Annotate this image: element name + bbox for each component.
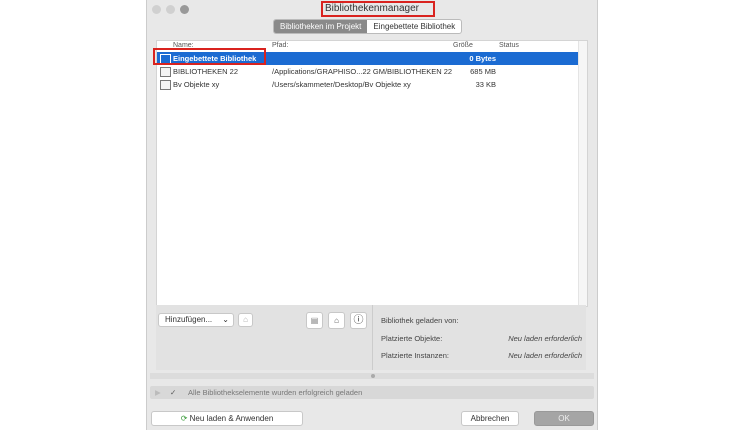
placed-objects-label: Platzierte Objekte: (381, 334, 443, 343)
splitter-handle[interactable] (150, 373, 594, 379)
row-size: 0 Bytes (469, 54, 496, 63)
row-name: BIBLIOTHEKEN 22 (173, 67, 239, 76)
column-header-path[interactable]: Pfad: (272, 42, 288, 49)
document-icon[interactable]: ▤ (306, 312, 323, 329)
library-list: Name: Pfad: Größe Status Eingebettete Bi… (156, 40, 588, 307)
highlight-box (321, 1, 435, 17)
library-settings-icon[interactable]: ⌂ (328, 312, 345, 329)
placed-objects-value: Neu laden erforderlich (508, 334, 582, 343)
row-path: /Users/skammeter/Desktop/Bv Objekte xy (272, 80, 411, 89)
library-folder-icon (160, 67, 171, 77)
checkmark-icon: ✓ (170, 388, 177, 397)
splitter-dot (371, 374, 375, 378)
info-icon[interactable]: ⓘ (350, 312, 367, 329)
reload-apply-label: Neu laden & Anwenden (189, 414, 274, 423)
column-header-size[interactable]: Größe (453, 42, 473, 49)
placed-instances-label: Platzierte Instanzen: (381, 351, 449, 360)
library-folder-icon (160, 80, 171, 90)
row-size: 33 KB (475, 80, 496, 89)
library-info-panel: Hinzufügen... ⌄ ⌂ ▤ ⌂ ⓘ Bibliothek gelad… (156, 305, 586, 370)
panel-divider (372, 305, 373, 370)
reload-apply-button[interactable]: ⟳ Neu laden & Anwenden (151, 411, 303, 426)
table-row[interactable]: Bv Objekte xy /Users/skammeter/Desktop/B… (157, 78, 578, 91)
placed-instances-value: Neu laden erforderlich (508, 351, 582, 360)
library-remove-icon[interactable]: ⌂ (238, 313, 253, 327)
cancel-button[interactable]: Abbrechen (461, 411, 519, 426)
tab-bar: Bibliotheken im Projekt Eingebettete Bib… (273, 19, 463, 34)
status-bar: ▶ ✓ Alle Bibliothekselemente wurden erfo… (150, 386, 594, 399)
disclosure-triangle-icon[interactable]: ▶ (155, 386, 161, 399)
tab-libraries-in-project[interactable]: Bibliotheken im Projekt (274, 20, 368, 33)
tab-embedded-library[interactable]: Eingebettete Bibliothek (367, 20, 461, 33)
highlight-box (153, 48, 266, 65)
row-path: /Applications/GRAPHISO...22 GM/BIBLIOTHE… (272, 67, 453, 76)
row-name: Bv Objekte xy (173, 80, 220, 89)
row-size: 685 MB (470, 67, 496, 76)
add-dropdown-label: Hinzufügen... (165, 315, 213, 324)
chevron-down-icon: ⌄ (222, 315, 229, 324)
ok-button[interactable]: OK (534, 411, 594, 426)
add-dropdown[interactable]: Hinzufügen... ⌄ (158, 313, 234, 327)
status-message: Alle Bibliothekselemente wurden erfolgre… (188, 388, 363, 397)
column-header-status[interactable]: Status (499, 42, 519, 49)
reload-icon: ⟳ (180, 414, 188, 423)
loaded-from-label: Bibliothek geladen von: (381, 316, 459, 325)
library-manager-window: Bibliothekenmanager Bibliotheken im Proj… (146, 0, 598, 430)
scrollbar[interactable] (578, 41, 587, 306)
table-row[interactable]: BIBLIOTHEKEN 22 /Applications/GRAPHISO..… (157, 65, 578, 78)
